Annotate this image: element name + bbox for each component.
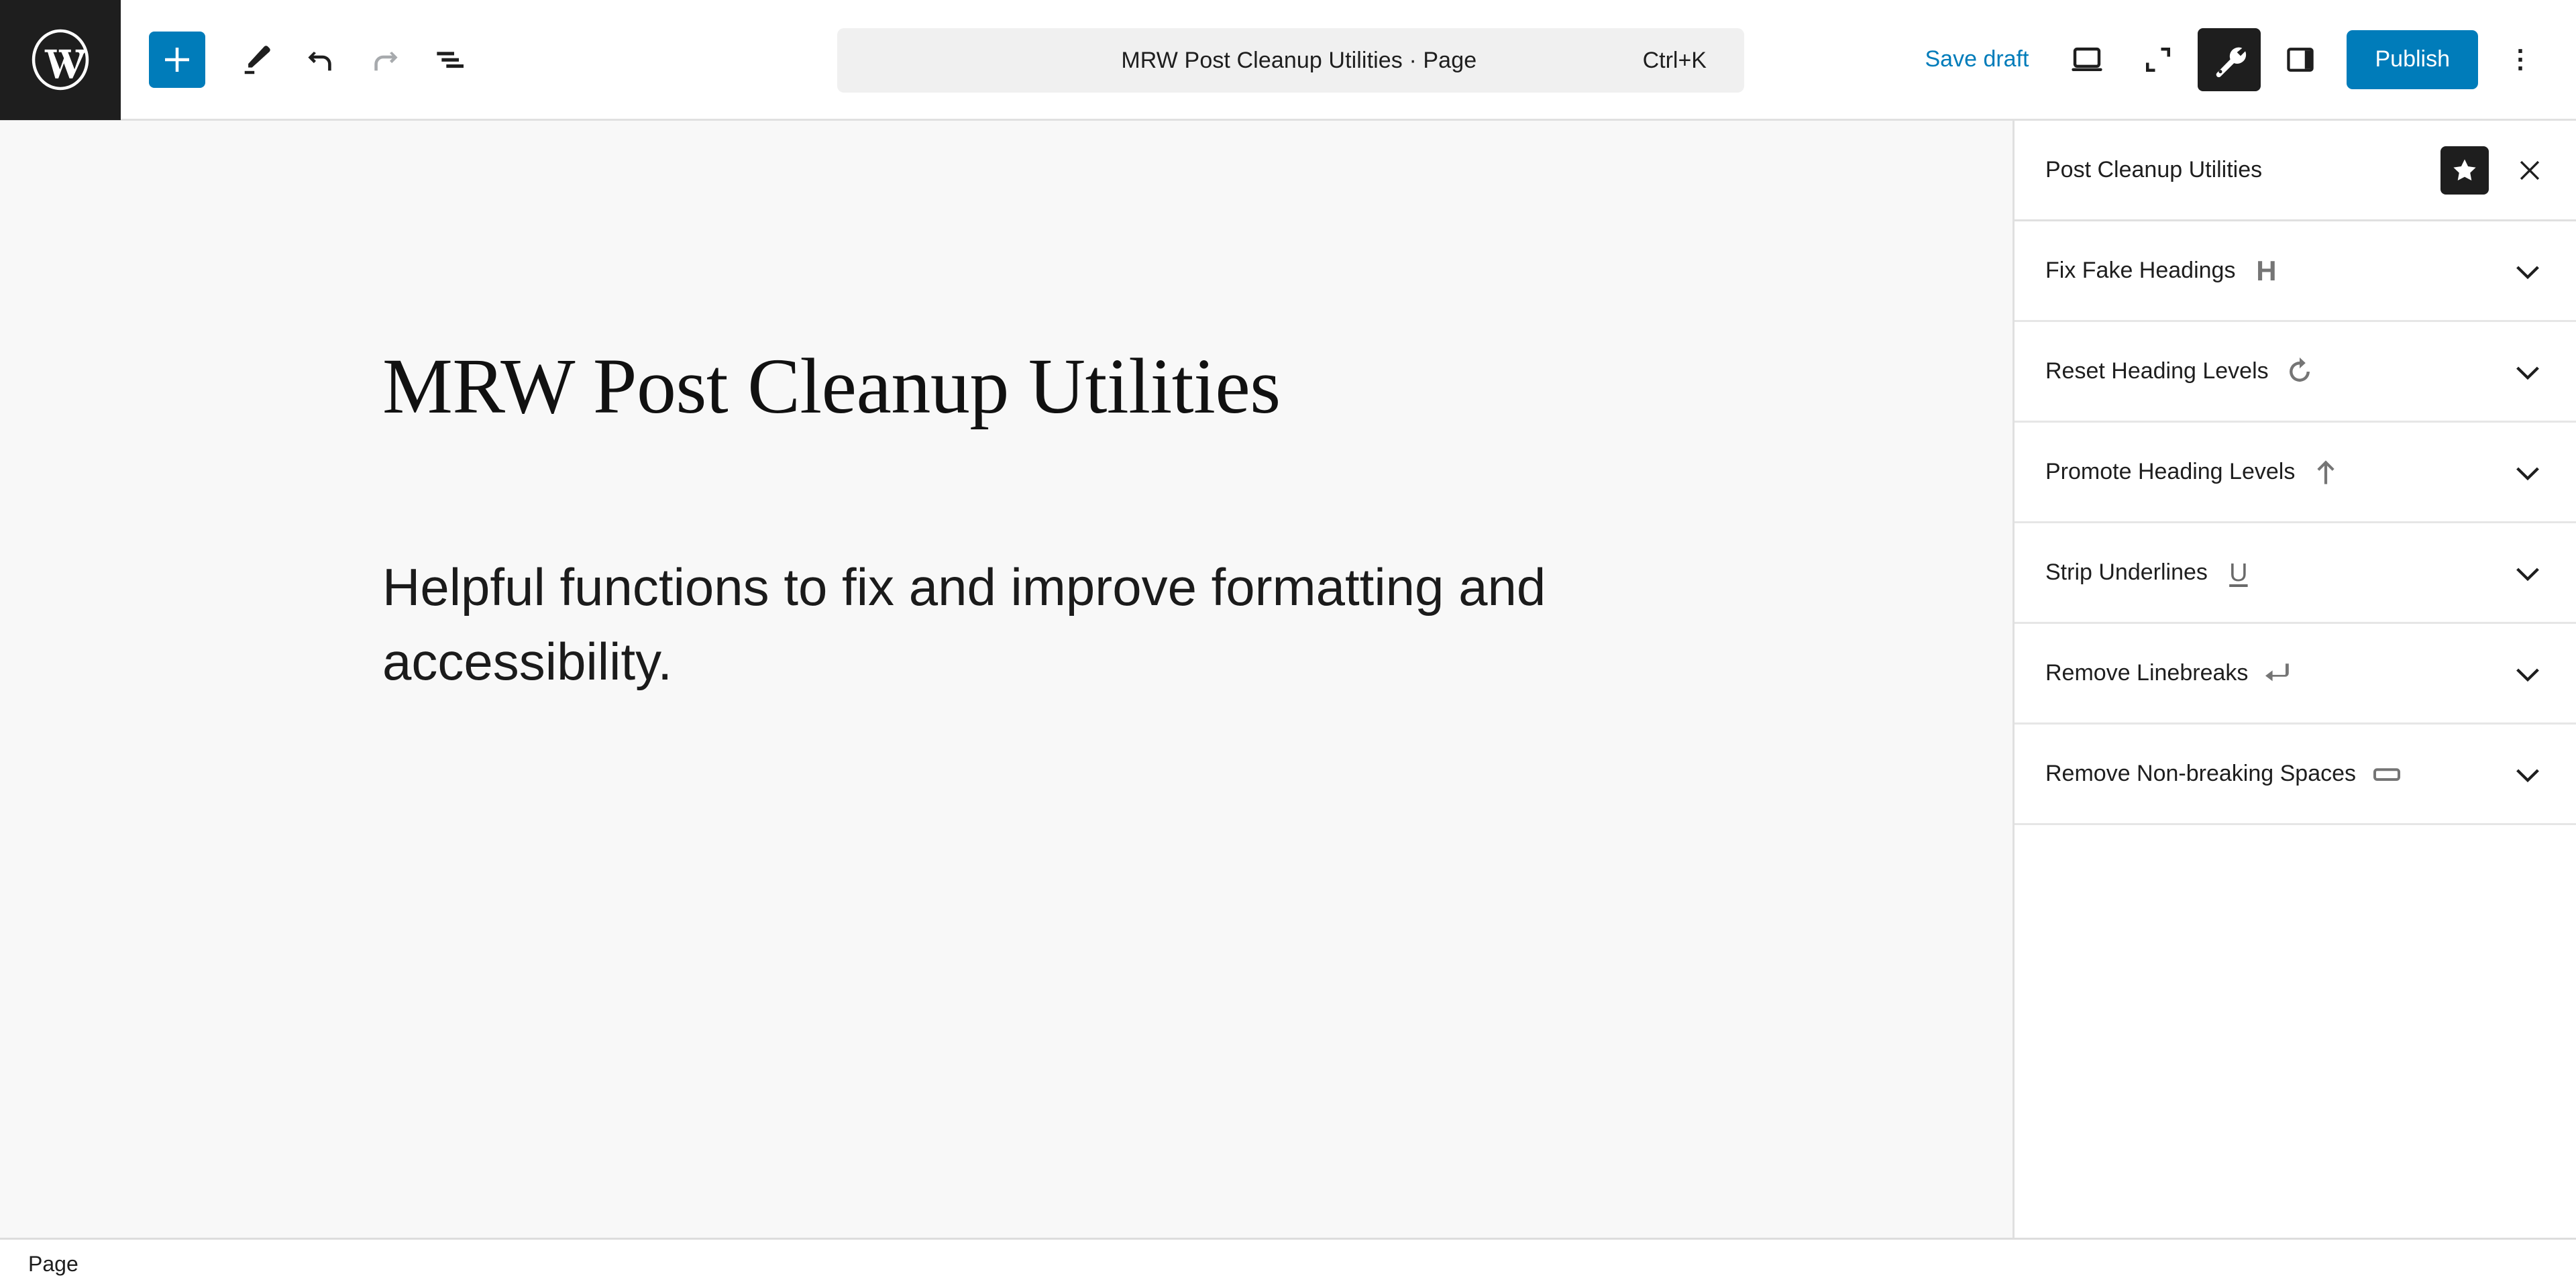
chevron-down-icon[interactable] (2508, 352, 2548, 392)
panel-label: Promote Heading Levels (2045, 459, 2296, 484)
command-palette-bar[interactable]: MRW Post Cleanup Utilities · Page Ctrl+K (837, 28, 1744, 93)
editor-canvas[interactable]: MRW Post Cleanup Utilities Helpful funct… (0, 121, 2012, 1238)
more-options-button[interactable] (2489, 28, 2552, 91)
panel-label: Fix Fake Headings (2045, 258, 2236, 283)
redo-button[interactable] (353, 28, 417, 92)
fullscreen-corners-icon (2140, 42, 2176, 78)
pencil-icon (237, 41, 275, 78)
post-title[interactable]: MRW Post Cleanup Utilities (382, 342, 1791, 431)
panel-label: Strip Underlines (2045, 559, 2208, 585)
three-dots-vertical-icon (2504, 43, 2537, 76)
zoom-out-view-button[interactable] (2127, 28, 2190, 91)
chevron-down-icon[interactable] (2508, 452, 2548, 492)
panel-promote-heading-levels[interactable]: Promote Heading Levels (2015, 423, 2576, 523)
wordpress-logo-button[interactable] (0, 0, 121, 120)
sidebar-title: Post Cleanup Utilities (2045, 157, 2263, 182)
breadcrumb[interactable]: Page (28, 1252, 78, 1277)
return-enter-arrow-icon (2263, 657, 2295, 690)
redo-arrow-icon (366, 40, 405, 79)
close-sidebar-button[interactable] (2508, 148, 2552, 193)
desktop-icon (2068, 41, 2106, 78)
command-bar-title: MRW Post Cleanup Utilities · Page (1121, 47, 1477, 73)
panel-label: Remove Linebreaks (2045, 660, 2249, 686)
list-view-icon (431, 41, 468, 78)
sidebar-empty-space (2015, 825, 2576, 1238)
undo-arrow-icon (301, 40, 340, 79)
wrench-icon (2210, 41, 2248, 78)
panel-remove-non-breaking-spaces[interactable]: Remove Non-breaking Spaces (2015, 724, 2576, 825)
wordpress-logo-icon (30, 29, 91, 91)
pin-to-toolbar-button[interactable] (2440, 146, 2489, 195)
preview-device-button[interactable] (2055, 28, 2118, 91)
command-bar-shortcut: Ctrl+K (1642, 47, 1707, 73)
header-left-toolbar (121, 28, 482, 92)
sidebar-header: Post Cleanup Utilities (2015, 121, 2576, 221)
post-paragraph[interactable]: Helpful functions to fix and improve for… (382, 550, 1677, 699)
panel-label: Reset Heading Levels (2045, 358, 2269, 384)
plus-icon (159, 42, 195, 78)
chevron-down-icon[interactable] (2508, 251, 2548, 291)
editor-body: MRW Post Cleanup Utilities Helpful funct… (0, 121, 2576, 1240)
save-draft-button[interactable]: Save draft (1902, 46, 2052, 72)
editor-app: MRW Post Cleanup Utilities · Page Ctrl+K… (0, 0, 2576, 1288)
underline-u-icon: U (2229, 558, 2248, 587)
editor-footer: Page (0, 1240, 2576, 1288)
spacebar-icon (2371, 758, 2403, 790)
settings-sidebar-button[interactable] (2269, 28, 2332, 91)
chevron-down-icon[interactable] (2508, 553, 2548, 593)
close-x-icon (2515, 156, 2544, 185)
panel-reset-heading-levels[interactable]: Reset Heading Levels (2015, 322, 2576, 423)
header-right-toolbar: Save draft Publish (1902, 28, 2576, 91)
undo-button[interactable] (288, 28, 353, 92)
panel-label: Remove Non-breaking Spaces (2045, 761, 2357, 786)
publish-button[interactable]: Publish (2347, 30, 2478, 89)
plugin-sidebar: Post Cleanup Utilities Fix Fake Headings… (2012, 121, 2576, 1238)
arrow-up-icon (2310, 456, 2342, 488)
chevron-down-icon[interactable] (2508, 653, 2548, 694)
edit-tool-button[interactable] (224, 28, 288, 92)
heading-h-icon: H (2256, 254, 2277, 286)
panel-remove-linebreaks[interactable]: Remove Linebreaks (2015, 624, 2576, 724)
chevron-down-icon[interactable] (2508, 754, 2548, 794)
star-filled-icon (2451, 156, 2479, 184)
panel-fix-fake-headings[interactable]: Fix Fake Headings H (2015, 221, 2576, 322)
plugin-tools-button[interactable] (2198, 28, 2261, 91)
editor-header: MRW Post Cleanup Utilities · Page Ctrl+K… (0, 0, 2576, 121)
add-block-button[interactable] (149, 31, 205, 88)
panel-strip-underlines[interactable]: Strip Underlines U (2015, 523, 2576, 624)
document-overview-button[interactable] (417, 28, 482, 92)
sidebar-panel-icon (2282, 42, 2318, 78)
rotate-ccw-icon (2284, 356, 2316, 388)
